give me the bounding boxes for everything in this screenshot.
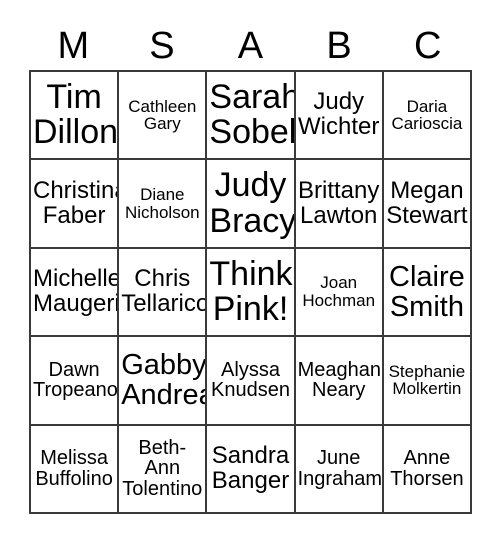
bingo-cell-r4c5[interactable]: Stephanie Molkertin [383, 337, 472, 426]
bingo-cell-r3c4[interactable]: Joan Hochman [295, 248, 384, 338]
bingo-cell-r1c5[interactable]: Daria Carioscia [383, 72, 472, 161]
bingo-cell-label: Judy Wichter [298, 88, 380, 141]
bingo-cell-label: Tim Dillon [33, 77, 119, 152]
bingo-cell-label: Joan Hochman [302, 273, 376, 310]
bingo-cell-label: Christina Faber [33, 176, 120, 229]
bingo-cell-r5c4[interactable]: June Ingraham [295, 425, 384, 514]
bingo-cell-label: Diane Nicholson [124, 184, 200, 222]
bingo-cell-r3c1[interactable]: Michelle Maugeri [31, 248, 120, 338]
bingo-cell-r2c5[interactable]: Megan Stewart [383, 160, 472, 249]
bingo-cell-label: Chris Tellarico [121, 265, 208, 317]
bingo-cell-label: Gabby Andrea [121, 349, 208, 412]
bingo-cell-r4c4[interactable]: Meaghan Neary [295, 337, 384, 426]
bingo-card: M S A B C Tim Dillon Cathleen Gary Sarah… [0, 0, 500, 544]
bingo-header-letter-5: C [413, 25, 442, 67]
bingo-cell-label: Sarah Sobel [209, 77, 296, 152]
bingo-header-letter-1: M [57, 25, 90, 67]
bingo-cell-label: Brittany Lawton [298, 176, 380, 229]
bingo-cell-r5c1[interactable]: Melissa Buffolino [31, 425, 120, 514]
bingo-cell-r5c5[interactable]: Anne Thorsen [383, 425, 472, 514]
bingo-cell-r4c2[interactable]: Gabby Andrea [119, 337, 208, 426]
bingo-free-space-label: Think Pink! [209, 254, 293, 328]
bingo-cell-label: Meaghan Neary [297, 358, 381, 402]
bingo-cell-label: Anne Thorsen [390, 447, 464, 490]
bingo-cell-r4c1[interactable]: Dawn Tropeano [31, 337, 120, 426]
bingo-cell-label: Stephanie Molkertin [388, 361, 466, 399]
bingo-cell-label: Cathleen Gary [128, 96, 197, 134]
bingo-header-row: M S A B C [29, 22, 472, 70]
bingo-cell-r1c3[interactable]: Sarah Sobel [207, 72, 296, 161]
bingo-cell-label: June Ingraham [297, 447, 383, 490]
bingo-header-letter-3: A [237, 25, 264, 67]
bingo-cell-label: Alyssa Knudsen [211, 358, 290, 402]
bingo-cell-r5c3[interactable]: Sandra Banger [207, 425, 296, 514]
bingo-cell-label: Claire Smith [389, 260, 465, 323]
bingo-cell-r3c2[interactable]: Chris Tellarico [119, 248, 208, 338]
bingo-cell-r2c2[interactable]: Diane Nicholson [119, 160, 208, 249]
bingo-cell-r4c3[interactable]: Alyssa Knudsen [207, 337, 296, 426]
bingo-cell-r2c4[interactable]: Brittany Lawton [295, 160, 384, 249]
bingo-cell-r2c1[interactable]: Christina Faber [31, 160, 120, 249]
bingo-cell-label: Judy Bracy [209, 166, 296, 240]
bingo-cell-label: Dawn Tropeano [33, 358, 118, 402]
bingo-cell-label: Megan Stewart [386, 176, 468, 229]
bingo-cell-label: Beth-Ann Tolentino [122, 436, 203, 501]
bingo-cell-label: Sandra Banger [211, 441, 290, 494]
bingo-cell-r1c4[interactable]: Judy Wichter [295, 72, 384, 161]
bingo-cell-r1c2[interactable]: Cathleen Gary [119, 72, 208, 161]
bingo-grid: Tim Dillon Cathleen Gary Sarah Sobel Jud… [29, 70, 472, 514]
bingo-cell-r3c5[interactable]: Claire Smith [383, 248, 472, 338]
bingo-cell-label: Daria Carioscia [391, 96, 463, 134]
bingo-header-letter-4: B [326, 25, 352, 67]
bingo-header-letter-2: S [149, 25, 175, 67]
bingo-cell-label: Michelle Maugeri [33, 265, 120, 317]
bingo-cell-r2c3[interactable]: Judy Bracy [207, 160, 296, 249]
bingo-cell-free-space[interactable]: Think Pink! [207, 248, 296, 338]
bingo-cell-r1c1[interactable]: Tim Dillon [31, 72, 120, 161]
bingo-cell-label: Melissa Buffolino [35, 447, 113, 490]
bingo-cell-r5c2[interactable]: Beth-Ann Tolentino [119, 425, 208, 514]
